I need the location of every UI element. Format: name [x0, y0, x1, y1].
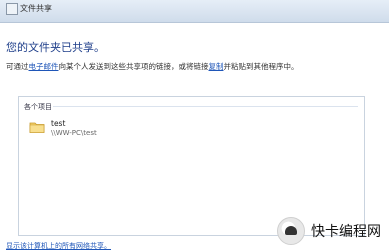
items-group-title: 各个项目: [24, 103, 52, 111]
shared-item-path: \\WW-PC\test: [51, 129, 97, 137]
description-text-3: 并粘贴到其他程序中。: [223, 62, 299, 71]
watermark-logo-icon: [277, 217, 305, 245]
title-bar: 文件共享: [0, 0, 389, 23]
shared-item-name[interactable]: test: [51, 119, 65, 128]
watermark-text: 快卡编程网: [311, 224, 381, 240]
window-title: 文件共享: [20, 4, 52, 13]
shared-items-list: 各个项目 test \\WW-PC\test: [18, 96, 365, 236]
copy-link[interactable]: 复制: [209, 62, 224, 71]
description-text-2: 向某个人发送到这些共享项的链接，或将链接: [58, 62, 209, 71]
description-text-1: 可通过: [6, 62, 29, 71]
group-divider: [53, 106, 358, 107]
share-icon: [6, 3, 18, 15]
show-network-shares-link[interactable]: 显示该计算机上的所有网络共享。: [6, 241, 111, 251]
email-link[interactable]: 电子邮件: [29, 62, 59, 71]
site-watermark: 快卡编程网: [277, 216, 383, 246]
page-heading: 您的文件夹已共享。: [6, 41, 105, 54]
share-description: 可通过电子邮件向某个人发送到这些共享项的链接，或将链接复制并粘贴到其他程序中。: [6, 61, 299, 72]
folder-icon: [29, 122, 45, 133]
